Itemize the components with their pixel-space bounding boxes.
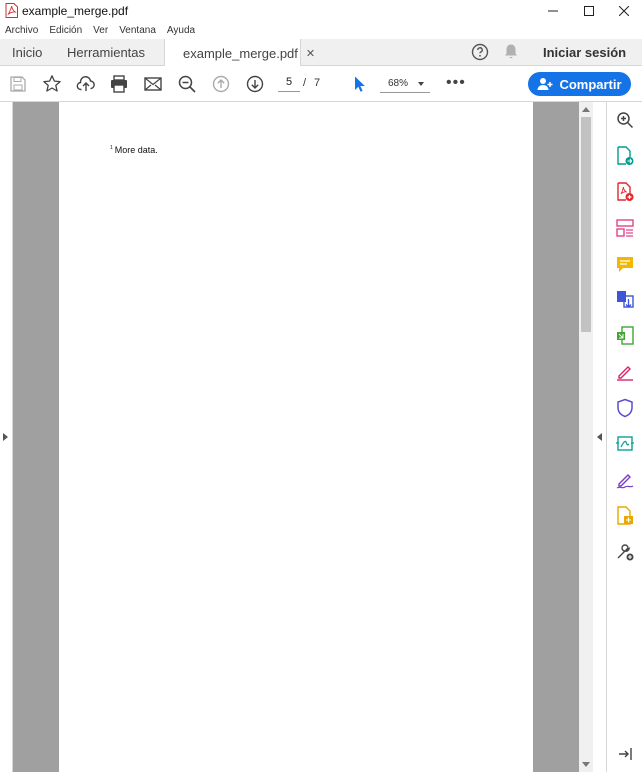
close-window-button[interactable] — [606, 0, 642, 22]
search-zoom-icon — [617, 112, 634, 129]
page-separator: / — [303, 77, 307, 89]
tab-herramientas[interactable]: Herramientas — [67, 39, 145, 66]
protect-tool[interactable] — [615, 398, 635, 418]
tab-bar: Inicio Herramientas example_merge.pdf ✕ … — [0, 39, 642, 67]
signin-link[interactable]: Iniciar sesión — [543, 45, 626, 60]
menu-edicion[interactable]: Edición — [49, 25, 82, 36]
menu-ver[interactable]: Ver — [93, 25, 108, 36]
export-pdf-tool[interactable] — [615, 146, 635, 166]
menu-ayuda[interactable]: Ayuda — [167, 25, 195, 36]
export-pdf-icon — [617, 146, 634, 165]
expand-left-pane-icon[interactable] — [3, 433, 8, 441]
compress-tool[interactable] — [615, 326, 635, 346]
comment-icon — [617, 257, 633, 272]
share-button[interactable]: Compartir — [528, 72, 631, 96]
organize-pages-tool[interactable] — [615, 218, 635, 238]
acrobat-pdf-icon — [5, 3, 18, 18]
bookmark-star-button[interactable] — [41, 73, 63, 95]
print-button[interactable] — [108, 73, 130, 95]
email-button[interactable] — [142, 73, 164, 95]
footnote: 1 More data. — [110, 145, 158, 155]
right-tools-panel — [606, 102, 642, 772]
send-for-signature-tool[interactable] — [615, 434, 635, 454]
add-person-icon — [537, 78, 553, 90]
cloud-upload-icon — [76, 76, 95, 91]
create-pdf-tool[interactable] — [615, 182, 635, 202]
window-title: example_merge.pdf — [22, 4, 129, 18]
zoom-out-button[interactable] — [176, 73, 198, 95]
select-tool-button[interactable] — [348, 73, 370, 95]
organize-pages-icon — [616, 219, 634, 237]
tab-document-label: example_merge.pdf — [183, 45, 298, 61]
previous-page-button[interactable] — [210, 73, 232, 95]
document-viewport[interactable]: 1 More data. — [13, 102, 579, 772]
collapse-panel-icon — [619, 748, 632, 760]
share-label: Compartir — [559, 76, 622, 92]
chevron-down-icon[interactable] — [418, 82, 424, 86]
tab-inicio-label: Inicio — [12, 45, 43, 60]
minimize-button[interactable] — [535, 0, 571, 22]
tab-document[interactable]: example_merge.pdf ✕ — [164, 39, 315, 67]
help-icon[interactable] — [471, 43, 489, 64]
customize-tools-tool[interactable] — [615, 542, 635, 562]
combine-files-icon — [617, 291, 634, 308]
close-icon — [619, 6, 629, 16]
tab-herramientas-label: Herramientas — [67, 45, 146, 60]
footnote-text: More data. — [114, 145, 158, 155]
menu-archivo[interactable]: Archivo — [5, 25, 38, 36]
collapse-right-panel-icon[interactable] — [597, 433, 602, 441]
mail-icon — [144, 77, 162, 91]
menu-bar: Archivo Edición Ver Ventana Ayuda — [0, 22, 642, 39]
send-for-signature-icon — [616, 436, 634, 451]
upload-cloud-button[interactable] — [75, 73, 97, 95]
arrow-up-circle-icon — [212, 75, 230, 93]
minimize-icon — [548, 10, 558, 12]
search-zoom-tool[interactable] — [615, 110, 635, 130]
more-tools-button[interactable]: ••• — [446, 75, 466, 91]
scroll-down-arrow-icon[interactable] — [582, 762, 590, 767]
combine-files-tool[interactable] — [615, 290, 635, 310]
customize-tools-icon — [617, 544, 634, 561]
next-page-button[interactable] — [244, 73, 266, 95]
left-navigation-pane — [0, 102, 13, 772]
footnote-marker: 1 — [110, 145, 113, 151]
fill-sign-tool[interactable] — [615, 362, 635, 382]
compress-icon — [617, 326, 634, 345]
comment-tool[interactable] — [615, 254, 635, 274]
zoom-level-value: 68% — [388, 78, 409, 89]
notifications-bell-icon[interactable] — [503, 43, 519, 64]
more-tools-icon — [617, 506, 633, 525]
total-pages: 7 — [314, 77, 321, 89]
save-button[interactable] — [7, 73, 29, 95]
star-icon — [43, 75, 61, 92]
request-signature-tool[interactable] — [615, 470, 635, 490]
create-pdf-icon — [617, 182, 634, 201]
maximize-button[interactable] — [571, 0, 607, 22]
shield-icon — [617, 398, 633, 418]
save-icon — [10, 76, 26, 92]
tab-inicio[interactable]: Inicio — [12, 39, 42, 66]
more-tools-tool[interactable] — [615, 506, 635, 526]
cursor-arrow-icon — [355, 76, 365, 92]
pdf-page: 1 More data. — [59, 102, 533, 772]
collapse-panel-tool[interactable] — [615, 744, 635, 764]
scrollbar-thumb[interactable] — [581, 117, 591, 332]
vertical-scrollbar[interactable] — [579, 102, 593, 772]
arrow-down-circle-icon — [246, 75, 264, 93]
zoom-out-icon — [178, 75, 196, 93]
right-panel-handle — [593, 102, 606, 772]
title-bar: example_merge.pdf — [0, 0, 642, 22]
fill-sign-icon — [617, 366, 633, 381]
menu-ventana[interactable]: Ventana — [119, 25, 156, 36]
close-tab-icon[interactable]: ✕ — [306, 47, 315, 60]
page-number-input[interactable]: 5 — [278, 76, 300, 92]
scroll-up-arrow-icon[interactable] — [582, 107, 590, 112]
request-signature-icon — [616, 474, 634, 489]
print-icon — [111, 75, 127, 93]
maximize-icon — [584, 6, 594, 16]
